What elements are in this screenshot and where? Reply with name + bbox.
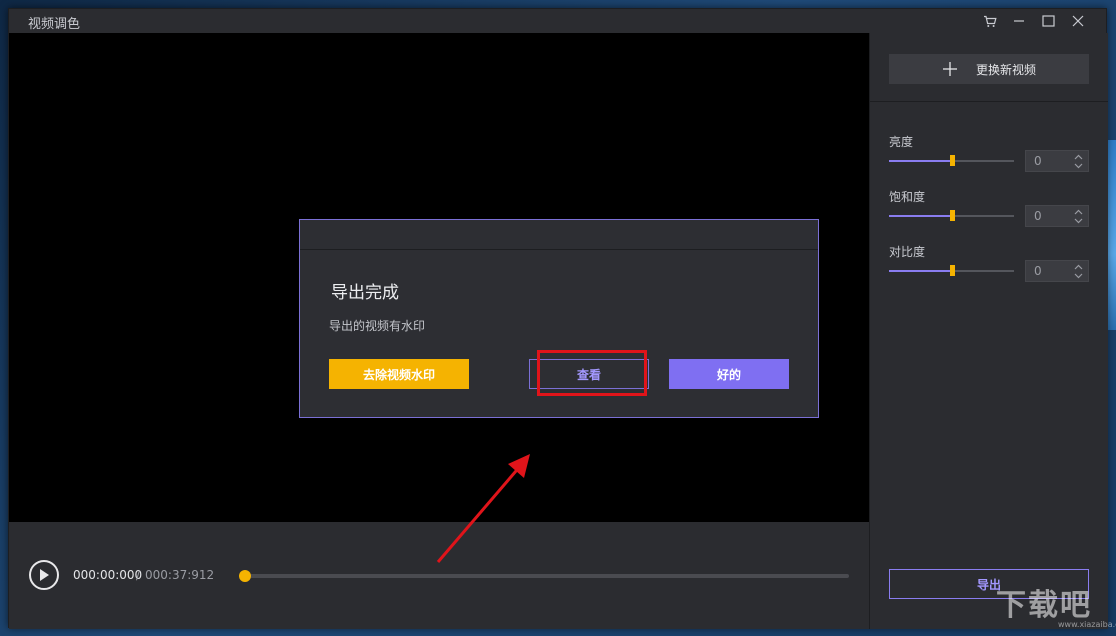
spin-arrows-icon[interactable]: [1074, 264, 1083, 279]
export-button[interactable]: 导出: [889, 569, 1089, 599]
play-button[interactable]: [29, 560, 59, 590]
brightness-handle[interactable]: [949, 155, 955, 166]
export-label: 导出: [976, 577, 1001, 592]
total-time: 000:37:912: [145, 568, 215, 582]
contrast-slider[interactable]: [889, 265, 1014, 276]
app-window: 视频调色 000:00:000 / 000:37:912 更换新视频 亮度 0 …: [8, 8, 1108, 629]
saturation-value: 0: [1034, 209, 1042, 223]
replace-video-button[interactable]: 更换新视频: [889, 54, 1089, 84]
brightness-label: 亮度: [889, 135, 914, 149]
contrast-spinbox[interactable]: 0: [1025, 260, 1089, 282]
replace-video-label: 更换新视频: [975, 62, 1036, 77]
contrast-handle[interactable]: [949, 265, 955, 276]
dialog-title: 导出完成: [331, 283, 399, 303]
cart-icon: [984, 15, 997, 27]
window-title: 视频调色: [28, 17, 81, 32]
dialog-message: 导出的视频有水印: [329, 319, 426, 333]
title-bar: 视频调色: [9, 9, 1106, 33]
saturation-spinbox[interactable]: 0: [1025, 205, 1089, 227]
minimize-icon: [1014, 20, 1024, 22]
saturation-handle[interactable]: [949, 210, 955, 221]
contrast-fill: [889, 270, 952, 272]
time-separator: /: [136, 568, 141, 582]
export-complete-dialog: 导出完成 导出的视频有水印 去除视频水印 查看 好的: [299, 219, 819, 418]
minimize-button[interactable]: [1004, 11, 1034, 31]
timeline-handle[interactable]: [239, 570, 251, 582]
close-button[interactable]: [1063, 11, 1093, 31]
contrast-value: 0: [1034, 264, 1042, 278]
play-icon: [40, 569, 49, 581]
player-bar: 000:00:000 / 000:37:912: [9, 522, 869, 629]
timeline-track[interactable]: [239, 570, 849, 582]
close-icon: [1072, 15, 1084, 27]
spin-arrows-icon[interactable]: [1074, 209, 1083, 224]
saturation-fill: [889, 215, 952, 217]
saturation-label: 饱和度: [889, 190, 926, 204]
saturation-slider[interactable]: [889, 210, 1014, 221]
brightness-fill: [889, 160, 952, 162]
maximize-button[interactable]: [1033, 11, 1063, 31]
spin-arrows-icon[interactable]: [1074, 154, 1083, 169]
side-divider: [870, 101, 1108, 102]
cart-button[interactable]: [975, 11, 1005, 31]
contrast-label: 对比度: [889, 245, 926, 259]
dialog-header: [300, 220, 818, 250]
ok-button[interactable]: 好的: [669, 359, 789, 389]
view-button[interactable]: 查看: [529, 359, 649, 389]
adjust-panel: 更换新视频 亮度 0 饱和度 0 对比度 0 导出: [869, 33, 1108, 629]
current-time: 000:00:000: [73, 568, 143, 582]
plus-icon: [942, 62, 957, 76]
remove-watermark-button[interactable]: 去除视频水印: [329, 359, 469, 389]
maximize-icon: [1041, 15, 1055, 27]
brightness-slider[interactable]: [889, 155, 1014, 166]
brightness-spinbox[interactable]: 0: [1025, 150, 1089, 172]
view-label: 查看: [576, 367, 601, 382]
ok-label: 好的: [716, 367, 741, 382]
brightness-value: 0: [1034, 154, 1042, 168]
remove-watermark-label: 去除视频水印: [362, 367, 435, 382]
